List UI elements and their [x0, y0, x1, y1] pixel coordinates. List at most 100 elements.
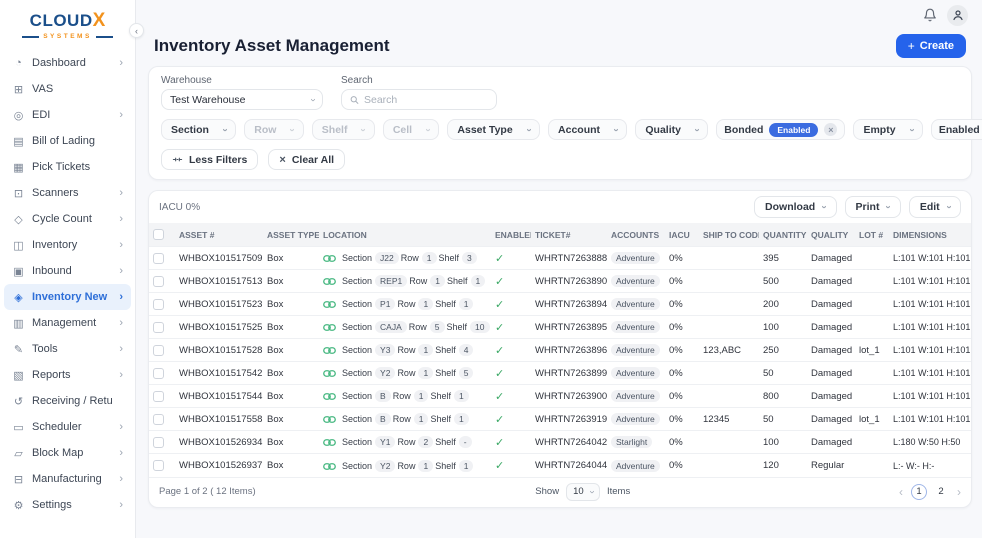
search-input[interactable] [363, 93, 488, 106]
row-checkbox[interactable] [153, 321, 164, 333]
chevron-down-icon: › [883, 205, 895, 209]
ticket-cell: WHRTN7264044 [531, 453, 607, 477]
chevron-down-icon: › [586, 490, 598, 494]
next-page-icon[interactable]: › [957, 485, 961, 499]
iacu-cell: 0% [665, 246, 699, 270]
table-row[interactable]: WHBOX101517528 Box Section Y3 Row 1 Shelf 4 ✓… [149, 338, 971, 362]
table-row[interactable]: WHBOX101517542 Box Section Y2 Row 1 Shelf 5 ✓… [149, 361, 971, 385]
ticket-cell: WHRTN7264042 [531, 430, 607, 454]
sidebar-item-management[interactable]: ▥ Management › [4, 310, 131, 336]
table-row[interactable]: WHBOX101517544 Box Section B Row 1 Shelf 1 ✓ … [149, 384, 971, 408]
location-cell: Section CAJA Row 5 Shelf 10 [319, 315, 491, 339]
sidebar-item-block-map[interactable]: ▱ Block Map › [4, 440, 131, 466]
create-button[interactable]: + Create [895, 34, 966, 58]
dimensions-cell: L:101 W:101 H:101 [889, 407, 971, 431]
row-checkbox[interactable] [153, 252, 164, 264]
filter-section[interactable]: Section › [161, 119, 237, 140]
search-filter-group: Search [341, 75, 497, 110]
row-badge: 2 [418, 436, 434, 449]
print-button[interactable]: Print › [844, 196, 901, 218]
sidebar-item-pick-tickets[interactable]: ▦ Pick Tickets › [4, 154, 131, 180]
row-checkbox[interactable] [153, 298, 164, 310]
table-row[interactable]: WHBOX101526934 Box Section Y1 Row 2 Shelf - ✓… [149, 430, 971, 454]
sidebar-item-scanners[interactable]: ⊡ Scanners › [4, 180, 131, 206]
asset-type-cell: Box [263, 430, 319, 454]
notifications-bell-icon[interactable] [923, 8, 937, 22]
remove-filter-icon[interactable]: × [824, 123, 838, 136]
select-all-checkbox[interactable] [153, 229, 164, 241]
sidebar-item-vas[interactable]: ⊞ VAS › [4, 76, 131, 102]
management-icon: ▥ [13, 317, 24, 330]
table-row[interactable]: WHBOX101517513 Box Section REP1 Row 1 Shelf 1… [149, 269, 971, 293]
table-row[interactable]: WHBOX101517509 Box Section J22 Row 1 Shelf 3 … [149, 246, 971, 270]
page-button-2[interactable]: 2 [933, 484, 949, 500]
filter-account[interactable]: Account › [548, 119, 628, 140]
sidebar-item-inventory[interactable]: ◫ Inventory › [4, 232, 131, 258]
sidebar-item-edi[interactable]: ◎ EDI › [4, 102, 131, 128]
column-header-location: LOCATION [319, 223, 491, 247]
sidebar-item-label: Management [32, 317, 97, 329]
filter-shelf[interactable]: Shelf › [311, 119, 375, 140]
filter-enabled[interactable]: Enabled Enabled × [930, 119, 982, 140]
sidebar-item-receiving-returns[interactable]: ↺ Receiving / Returns › [4, 388, 131, 414]
sidebar-item-inventory-new[interactable]: ◈ Inventory New › [4, 284, 131, 310]
location-cell: Section Y2 Row 1 Shelf 1 [319, 453, 491, 477]
shelf-badge: 1 [453, 390, 469, 403]
quality-cell: Damaged [807, 430, 855, 454]
filter-quality[interactable]: Quality › [635, 119, 709, 140]
lot-cell [855, 361, 889, 385]
row-checkbox[interactable] [153, 275, 164, 287]
warehouse-select[interactable]: Test Warehouse › [161, 89, 323, 110]
search-label: Search [341, 75, 373, 86]
page-button-1[interactable]: 1 [911, 483, 927, 500]
filter-asset-type[interactable]: Asset Type › [447, 119, 541, 140]
ticket-cell: WHRTN7263895 [531, 315, 607, 339]
previous-page-icon[interactable]: ‹ [899, 485, 903, 499]
account-badge: Adventure [611, 459, 660, 472]
row-badge: 5 [429, 321, 445, 334]
sidebar-item-inbound[interactable]: ▣ Inbound › [4, 258, 131, 284]
filter-row[interactable]: Row › [244, 119, 304, 140]
row-checkbox[interactable] [153, 436, 164, 448]
show-label: Show [535, 486, 560, 498]
row-checkbox[interactable] [153, 367, 164, 379]
filter-empty[interactable]: Empty › [853, 119, 923, 140]
sidebar-item-tools[interactable]: ✎ Tools › [4, 336, 131, 362]
download-button[interactable]: Download › [754, 196, 837, 218]
filter-label: Enabled [938, 123, 980, 136]
user-avatar-icon[interactable] [947, 4, 968, 26]
filter-cell[interactable]: Cell › [382, 119, 440, 140]
sidebar-item-cycle-count[interactable]: ◇ Cycle Count › [4, 206, 131, 232]
sidebar-item-settings[interactable]: ⚙ Settings › [4, 492, 131, 518]
table-row[interactable]: WHBOX101517525 Box Section CAJA Row 5 Shelf 1… [149, 315, 971, 339]
section-badge: B [375, 390, 391, 403]
row-checkbox[interactable] [153, 390, 164, 402]
row-checkbox[interactable] [153, 344, 164, 356]
sidebar-item-scheduler[interactable]: ▭ Scheduler › [4, 414, 131, 440]
sidebar-item-dashboard[interactable]: ◔ Dashboard › [4, 50, 131, 76]
chevron-right-icon: › [119, 109, 123, 121]
row-select-cell [149, 315, 175, 339]
ticket-cell: WHRTN7263888 [531, 246, 607, 270]
section-label: Section [342, 391, 373, 402]
warehouse-select-value: Test Warehouse [170, 93, 246, 106]
filter-bonded[interactable]: Bonded Enabled × [716, 119, 846, 140]
page-size-select[interactable]: 10 › [566, 482, 600, 501]
less-filters-button[interactable]: Less Filters [161, 149, 259, 170]
sidebar-collapse-button[interactable]: ‹ [129, 23, 144, 38]
sidebar-item-manufacturing[interactable]: ⊟ Manufacturing › [4, 466, 131, 492]
row-checkbox[interactable] [153, 459, 164, 471]
filter-value-pill: Enabled [769, 122, 819, 137]
row-checkbox[interactable] [153, 413, 164, 425]
table-row[interactable]: WHBOX101517558 Box Section B Row 1 Shelf 1 ✓ … [149, 407, 971, 431]
sidebar-item-label: Settings [32, 499, 72, 511]
sidebar-item-reports[interactable]: ▧ Reports › [4, 362, 131, 388]
table-row[interactable]: WHBOX101517523 Box Section P1 Row 1 Shelf 1 ✓… [149, 292, 971, 316]
sidebar-item-bill-of-lading[interactable]: ▤ Bill of Lading › [4, 128, 131, 154]
table-row[interactable]: WHBOX101526937 Box Section Y2 Row 1 Shelf 1 ✓… [149, 453, 971, 477]
asset-number-cell: WHBOX101517544 [175, 384, 263, 408]
clear-all-button[interactable]: × Clear All [268, 149, 346, 170]
iacu-cell: 0% [665, 338, 699, 362]
edit-button[interactable]: Edit › [908, 196, 961, 218]
iacu-meta: IACU 0% [159, 201, 201, 213]
